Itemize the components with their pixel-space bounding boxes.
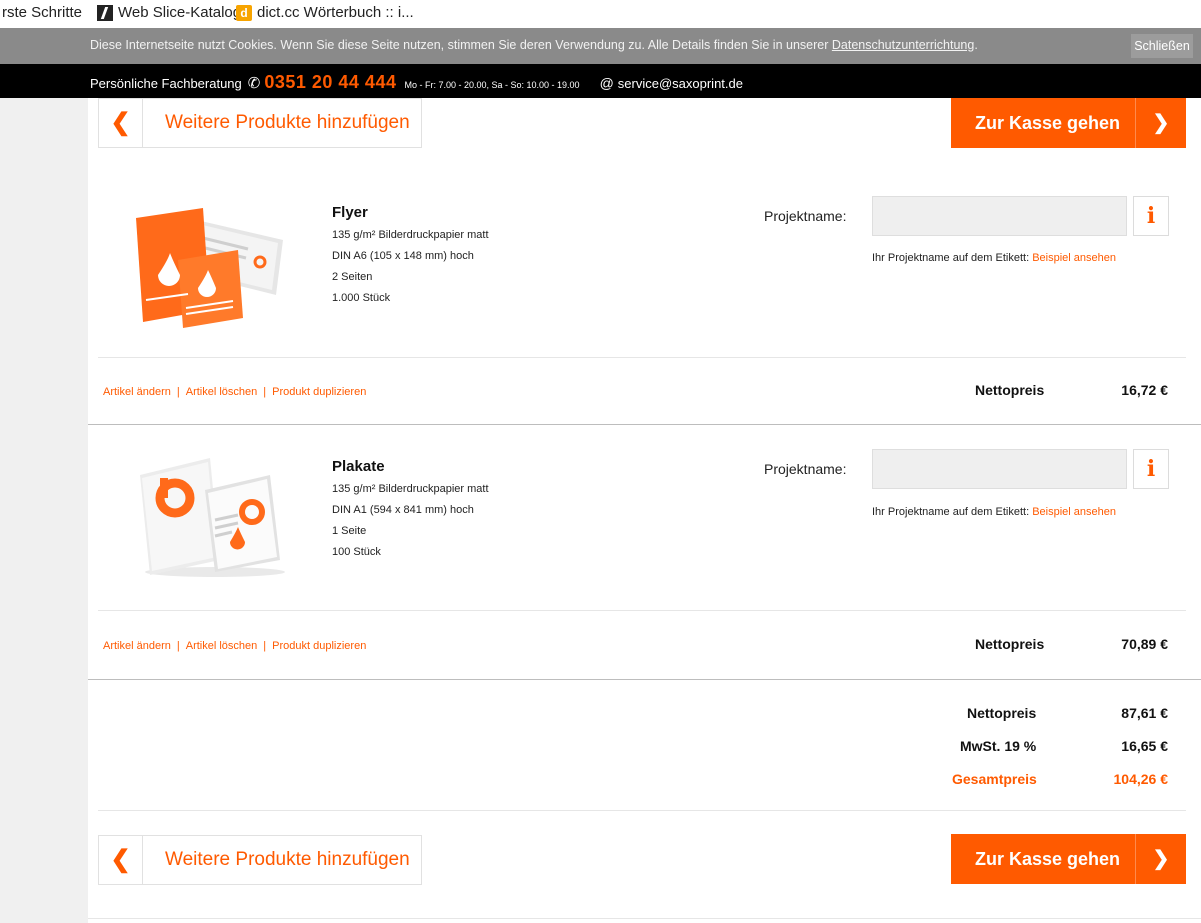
divider — [88, 679, 1201, 680]
edit-article-link[interactable]: Artikel ändern — [103, 640, 171, 652]
phone-number[interactable]: 0351 20 44 444 — [264, 72, 396, 93]
poster-product-image — [120, 450, 290, 580]
bookmark-dict-cc[interactable]: d dict.cc Wörterbuch :: i... — [236, 4, 414, 21]
product-detail: 100 Stück — [332, 546, 381, 558]
add-more-products-label: Weitere Produkte hinzufügen — [165, 112, 410, 133]
info-icon[interactable]: i — [1133, 449, 1169, 489]
checkout-button[interactable]: Zur Kasse gehen ❯ — [951, 98, 1186, 148]
product-title: Flyer — [332, 204, 368, 221]
checkout-button[interactable]: Zur Kasse gehen ❯ — [951, 834, 1186, 884]
bookmark-label: dict.cc Wörterbuch :: i... — [257, 4, 414, 21]
product-detail: 1.000 Stück — [332, 292, 391, 304]
bookmark-label: rste Schritte — [2, 4, 83, 21]
project-name-input[interactable] — [872, 196, 1127, 236]
cookie-close-button[interactable]: Schließen — [1131, 34, 1193, 58]
bookmarks-bar: rste Schritte Web Slice-Katalog d dict.c… — [0, 0, 1201, 28]
add-more-products-label: Weitere Produkte hinzufügen — [165, 849, 410, 870]
cookie-text: Diese Internetseite nutzt Cookies. Wenn … — [90, 38, 978, 52]
net-price-value: 70,89 € — [1121, 636, 1168, 652]
product-detail: 135 g/m² Bilderdruckpapier matt — [332, 229, 489, 241]
add-more-products-button[interactable]: ❮ Weitere Produkte hinzufügen — [98, 835, 422, 885]
bookmark-label: Web Slice-Katalog — [118, 4, 242, 21]
info-icon[interactable]: i — [1133, 196, 1169, 236]
edit-article-link[interactable]: Artikel ändern — [103, 386, 171, 398]
hint-text: Ihr Projektname auf dem Etikett: — [872, 506, 1030, 518]
email-link[interactable]: service@saxoprint.de — [618, 76, 743, 91]
delete-article-link[interactable]: Artikel löschen — [186, 640, 258, 652]
chevron-left-icon: ❮ — [99, 836, 143, 884]
product-details: 135 g/m² Bilderdruckpapier matt DIN A1 (… — [332, 479, 489, 563]
total-net-label: Nettopreis — [967, 705, 1037, 721]
cookie-bar: Diese Internetseite nutzt Cookies. Wenn … — [0, 28, 1201, 64]
chevron-right-icon: ❯ — [1152, 112, 1170, 134]
product-detail: DIN A1 (594 x 841 mm) hoch — [332, 504, 474, 516]
at-icon: @ — [599, 75, 614, 91]
product-detail: 1 Seite — [332, 525, 367, 537]
chevron-right-icon: ❯ — [1152, 848, 1170, 870]
vat-value: 16,65 € — [1121, 738, 1168, 754]
example-link[interactable]: Beispiel ansehen — [1032, 506, 1116, 518]
chevron-left-icon: ❮ — [99, 99, 143, 147]
cookie-message: Diese Internetseite nutzt Cookies. Wenn … — [90, 38, 829, 52]
flyer-product-image — [128, 200, 288, 330]
bookmark-erste-schritte[interactable]: rste Schritte — [2, 4, 82, 21]
hint-text: Ihr Projektname auf dem Etikett: — [872, 252, 1030, 264]
page-gutter — [0, 98, 88, 923]
delete-article-link[interactable]: Artikel löschen — [186, 386, 258, 398]
contact-bar: Persönliche Fachberatung ✆ 0351 20 44 44… — [0, 64, 1201, 98]
poster-image-icon — [140, 458, 285, 577]
opening-hours: Mo - Fr: 7.00 - 20.00, Sa - So: 10.00 - … — [404, 80, 580, 90]
privacy-link[interactable]: Datenschutzunterrichtung — [832, 38, 974, 52]
duplicate-product-link[interactable]: Produkt duplizieren — [272, 386, 366, 398]
checkout-label: Zur Kasse gehen — [975, 849, 1121, 869]
product-detail: 135 g/m² Bilderdruckpapier matt — [332, 483, 489, 495]
project-name-hint: Ihr Projektname auf dem Etikett: Beispie… — [872, 252, 1116, 264]
product-actions: Artikel ändern | Artikel löschen | Produkt d… — [103, 640, 367, 652]
divider — [88, 424, 1201, 425]
add-more-products-button[interactable]: ❮ Weitere Produkte hinzufügen — [98, 98, 422, 148]
net-price-label: Nettopreis — [975, 382, 1045, 398]
project-name-label: Projektname: — [764, 461, 847, 477]
divider — [98, 357, 1186, 358]
gross-total-label: Gesamtpreis — [952, 771, 1037, 787]
product-detail: DIN A6 (105 x 148 mm) hoch — [332, 250, 474, 262]
divider — [98, 810, 1186, 811]
product-title: Plakate — [332, 458, 385, 475]
total-net-value: 87,61 € — [1121, 705, 1168, 721]
flyer-image-icon — [136, 208, 283, 328]
bookmark-web-slice-katalog[interactable]: Web Slice-Katalog — [97, 4, 241, 21]
project-name-label: Projektname: — [764, 208, 847, 224]
web-slice-icon — [97, 4, 113, 21]
example-link[interactable]: Beispiel ansehen — [1032, 252, 1116, 264]
divider — [98, 610, 1186, 611]
duplicate-product-link[interactable]: Produkt duplizieren — [272, 640, 366, 652]
product-actions: Artikel ändern | Artikel löschen | Produkt d… — [103, 386, 367, 398]
net-price-label: Nettopreis — [975, 636, 1045, 652]
divider — [88, 918, 1201, 919]
product-details: 135 g/m² Bilderdruckpapier matt DIN A6 (… — [332, 225, 489, 309]
dict-cc-icon: d — [236, 4, 252, 21]
project-name-input[interactable] — [872, 449, 1127, 489]
checkout-label: Zur Kasse gehen — [975, 113, 1121, 133]
net-price-value: 16,72 € — [1121, 382, 1168, 398]
vat-label: MwSt. 19 % — [960, 738, 1037, 754]
project-name-hint: Ihr Projektname auf dem Etikett: Beispie… — [872, 506, 1116, 518]
product-detail: 2 Seiten — [332, 271, 373, 283]
phone-icon: ✆ — [247, 75, 261, 92]
consulting-label: Persönliche Fachberatung — [90, 76, 242, 91]
gross-total-value: 104,26 € — [1113, 771, 1169, 787]
